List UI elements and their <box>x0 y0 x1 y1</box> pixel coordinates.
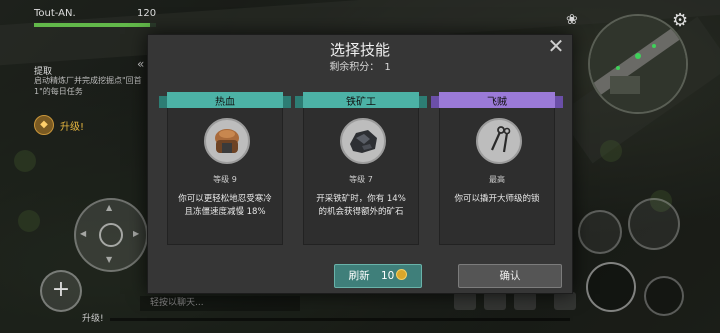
interact-hand-button[interactable] <box>586 262 636 312</box>
player-level: 120 <box>137 8 157 19</box>
chat-input[interactable]: 轻按以聊天... <box>140 296 300 311</box>
health-bar-fill <box>34 23 150 27</box>
skill-level: 最高 <box>489 175 505 184</box>
experience-bar <box>110 318 570 321</box>
skill-description: 你可以撬开大师级的锁 <box>454 194 540 204</box>
skill-description: 你可以更轻松地忍受寒冷且冻僵速度减慢 18% <box>178 194 272 217</box>
dialog-title: 选择技能 <box>329 41 390 59</box>
joystick-knob[interactable] <box>99 223 123 247</box>
coin-icon <box>396 269 408 280</box>
skill-card-iron-miner[interactable]: 铁矿工 等级 7 开采铁矿时，你有 14% 的机会获得额外的矿石 <box>295 92 427 245</box>
skill-level: 等级 9 <box>213 175 237 184</box>
skill-card-banner: 铁矿工 <box>295 92 427 110</box>
refresh-button[interactable]: 刷新 10 <box>334 264 422 288</box>
minimap-terrain <box>590 16 686 112</box>
arrow-down-icon: ▼ <box>106 255 113 264</box>
quick-slot[interactable] <box>454 292 476 310</box>
player-name: Tout-AN. <box>34 8 76 19</box>
skill-upgrade-icon[interactable]: ◆ <box>34 115 54 135</box>
skill-card-hot-blood[interactable]: 热血 等级 9 你可以更轻松地忍受寒冷且冻僵速度减慢 18% <box>159 92 291 245</box>
lockpick-icon <box>476 118 522 164</box>
refresh-cost: 10 <box>380 270 395 282</box>
skill-card-thief[interactable]: 飞贼 最高 你可以撬开大师级的锁 <box>431 92 563 245</box>
skill-name: 铁矿工 <box>346 97 376 108</box>
arrow-left-icon: ◀ <box>80 229 87 238</box>
quick-slot[interactable] <box>554 292 576 310</box>
quick-slot[interactable] <box>484 292 506 310</box>
arrow-right-icon: ▶ <box>133 229 140 238</box>
quest-description[interactable]: 启动精炼厂并完成挖掘点"回首1"的每日任务 <box>34 75 152 97</box>
pet-paw-icon[interactable]: ❀ <box>566 12 578 28</box>
iron-ore-icon <box>340 118 386 164</box>
collapse-arrow-icon[interactable]: « <box>137 57 144 71</box>
choose-skill-dialog: 选择技能 剩余积分： 1 ✕ 热血 等级 9 你可以更轻松地忍受寒冷且冻僵速度减慢… <box>147 34 573 294</box>
skill-name: 热血 <box>215 97 235 108</box>
confirm-button[interactable]: 确认 <box>458 264 562 288</box>
minimap[interactable] <box>588 14 688 114</box>
skill-card-banner: 飞贼 <box>431 92 563 110</box>
skill-card-banner: 热血 <box>159 92 291 110</box>
skill-name: 飞贼 <box>487 97 507 108</box>
refresh-label: 刷新 <box>348 270 370 282</box>
levelup-label[interactable]: 升级! <box>60 118 84 133</box>
close-icon[interactable]: ✕ <box>546 36 566 56</box>
health-bar <box>34 23 156 27</box>
movement-joystick[interactable]: ▲ ▼ ◀ ▶ <box>74 198 148 272</box>
quick-slot[interactable] <box>514 292 536 310</box>
fur-hat-icon <box>204 118 250 164</box>
remaining-points: 剩余积分： 1 <box>148 58 572 73</box>
weapon-pickaxe-button[interactable] <box>628 198 680 250</box>
aim-target-button[interactable] <box>578 210 622 254</box>
points-value: 1 <box>384 62 391 73</box>
heal-button[interactable]: + <box>40 270 82 312</box>
crouch-button[interactable] <box>644 276 684 316</box>
arrow-up-icon: ▲ <box>106 203 113 212</box>
xp-label: 升级! <box>82 314 104 324</box>
skill-description: 开采铁矿时，你有 14% 的机会获得额外的矿石 <box>316 194 406 217</box>
points-label: 剩余积分： <box>329 62 380 73</box>
skill-level: 等级 7 <box>349 175 373 184</box>
